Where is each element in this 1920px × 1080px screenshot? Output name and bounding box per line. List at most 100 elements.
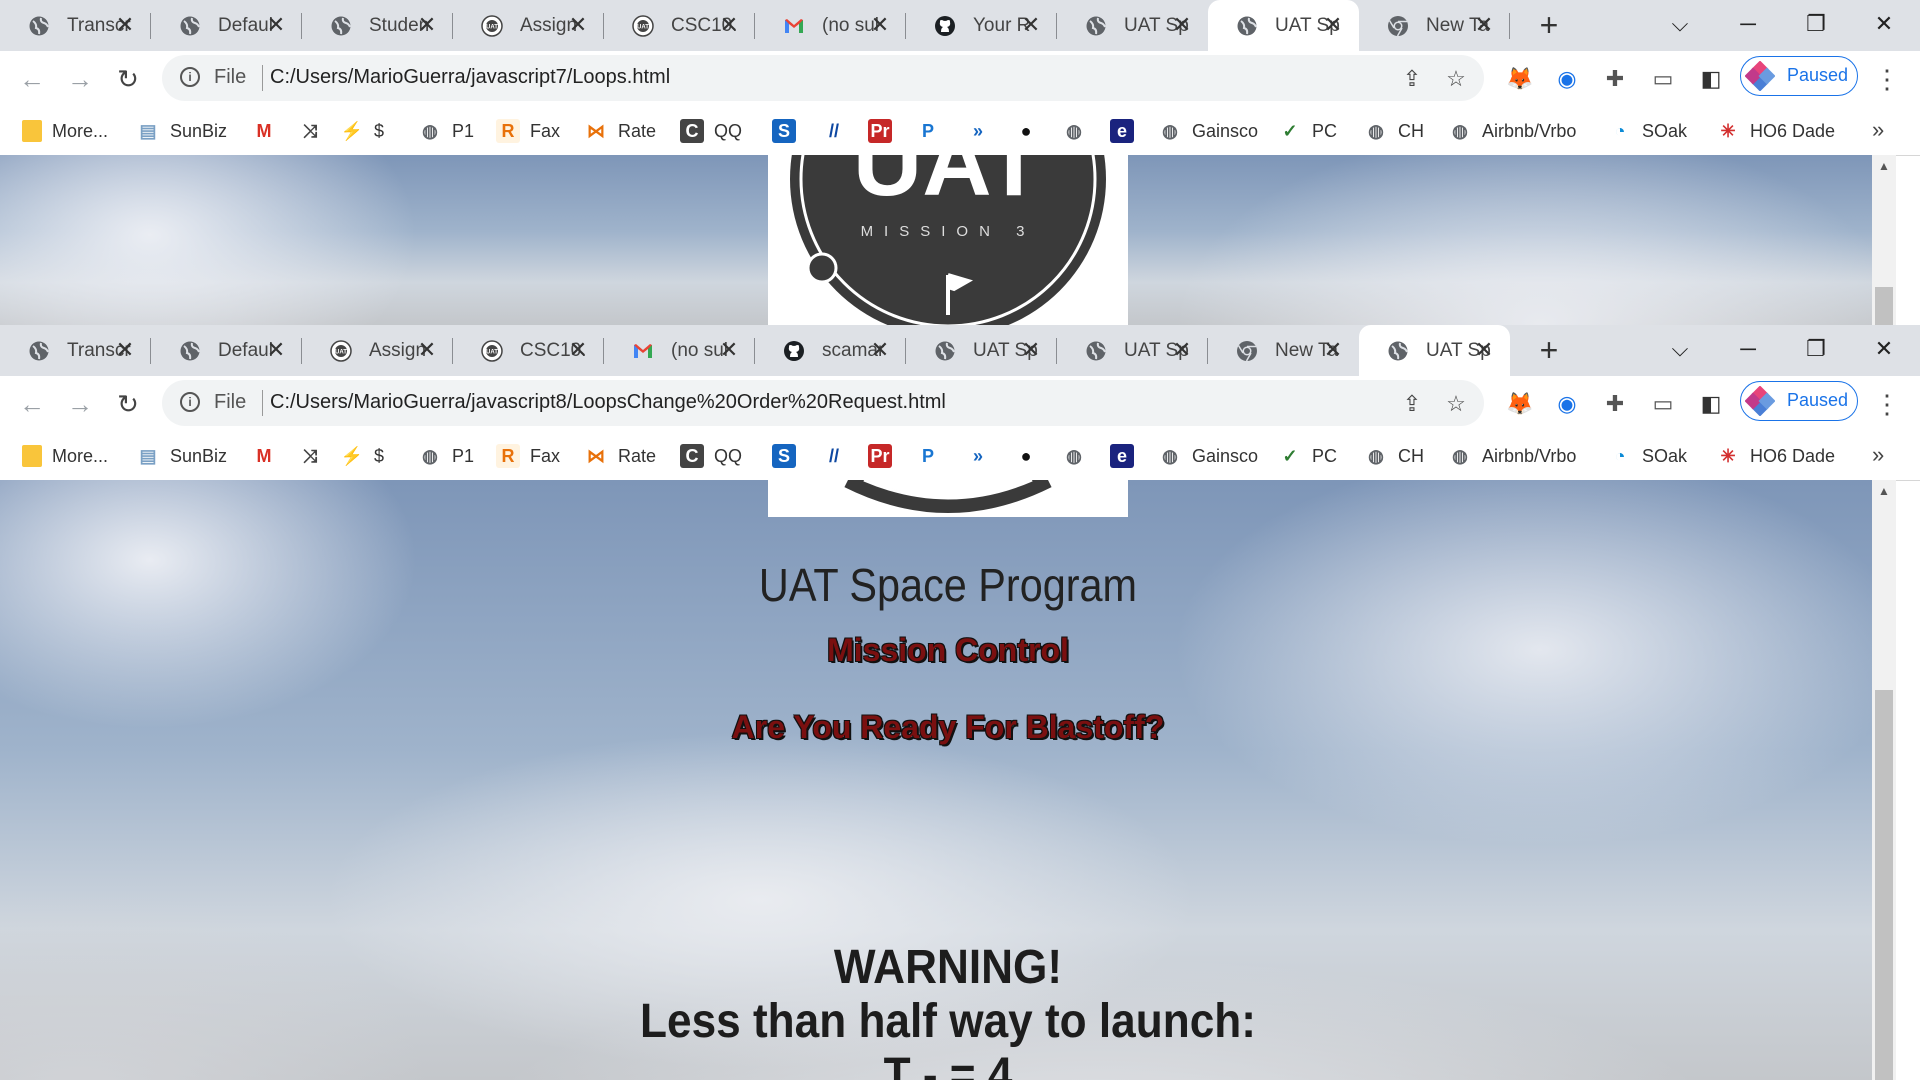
close-tab-icon[interactable]: ✕ xyxy=(868,13,892,37)
bookmark-qq[interactable]: C QQ xyxy=(680,107,742,155)
profile-button[interactable]: Paused xyxy=(1740,381,1858,421)
bookmark-item-15[interactable]: ● xyxy=(1014,432,1038,480)
tab-10[interactable]: New Ta ✕ xyxy=(1359,0,1510,51)
bookmark-soak[interactable]: ◔ SOak xyxy=(1608,107,1687,155)
bookmark-item-10[interactable]: S xyxy=(772,107,796,155)
tab-3[interactable]: Studen ✕ xyxy=(302,0,453,51)
address-bar[interactable]: i File C:/Users/MarioGuerra/javascript8/… xyxy=(162,380,1484,426)
bookmark-star-icon[interactable]: ☆ xyxy=(1444,67,1468,91)
bookmark-item-16[interactable]: ◍ xyxy=(1062,107,1086,155)
close-window-button[interactable]: ✕ xyxy=(1864,8,1904,40)
bookmark-ch[interactable]: ◍ CH xyxy=(1364,107,1424,155)
bookmark-item-5[interactable]: ⚡ $ xyxy=(340,432,384,480)
close-tab-icon[interactable]: ✕ xyxy=(868,338,892,362)
scrollbar[interactable]: ▲ xyxy=(1872,155,1896,325)
tab-5[interactable]: UAT CSC10. ✕ xyxy=(604,0,755,51)
bookmark-p1[interactable]: ◍ P1 xyxy=(418,107,474,155)
tab-4[interactable]: UAT Assign ✕ xyxy=(453,0,604,51)
close-tab-icon[interactable]: ✕ xyxy=(264,13,288,37)
extensions-puzzle-icon[interactable]: ✚ xyxy=(1600,389,1630,419)
bookmark-item-5[interactable]: ⚡ $ xyxy=(340,107,384,155)
metamask-fox-icon[interactable]: 🦊 xyxy=(1505,64,1535,94)
bookmark-soak[interactable]: ◔ SOak xyxy=(1608,432,1687,480)
back-button[interactable]: ← xyxy=(16,63,48,95)
scroll-up-arrow-icon[interactable]: ▲ xyxy=(1878,159,1890,173)
bookmark-more[interactable]: More... xyxy=(22,107,108,155)
extension-circle-icon[interactable]: ◉ xyxy=(1552,64,1582,94)
tab-6[interactable]: (no sul ✕ xyxy=(755,0,906,51)
close-tab-icon[interactable]: ✕ xyxy=(113,13,137,37)
bookmark-item-17[interactable]: e xyxy=(1110,107,1134,155)
bookmark-item-4[interactable]: ⤨ xyxy=(298,432,322,480)
bookmark-airbnb-vrbo[interactable]: ◍ Airbnb/Vrbo xyxy=(1448,432,1576,480)
bookmark-item-13[interactable]: P xyxy=(916,107,940,155)
bookmark-item-12[interactable]: Pr xyxy=(868,432,892,480)
bookmark-pc[interactable]: ✓ PC xyxy=(1278,432,1337,480)
cast-icon[interactable]: ▭ xyxy=(1648,64,1678,94)
tab-4[interactable]: UAT CSC10. ✕ xyxy=(453,325,604,376)
tab-1[interactable]: Transcr ✕ xyxy=(0,0,151,51)
site-info-icon[interactable]: i xyxy=(180,67,200,87)
tab-9[interactable]: UAT Sp ✕ xyxy=(1208,0,1359,51)
scroll-thumb[interactable] xyxy=(1875,690,1893,1080)
tab-2[interactable]: Defaul ✕ xyxy=(151,0,302,51)
close-tab-icon[interactable]: ✕ xyxy=(1472,13,1496,37)
bookmark-sunbiz[interactable]: ▤ SunBiz xyxy=(136,107,227,155)
more-bookmarks-icon[interactable]: » xyxy=(1872,442,1884,468)
tab-2[interactable]: Defaul ✕ xyxy=(151,325,302,376)
bookmark-item-15[interactable]: ● xyxy=(1014,107,1038,155)
bookmark-item-14[interactable]: » xyxy=(966,432,990,480)
url-text[interactable]: C:/Users/MarioGuerra/javascript7/Loops.h… xyxy=(270,66,670,89)
tab-1[interactable]: Transcr ✕ xyxy=(0,325,151,376)
tab-6[interactable]: scamar ✕ xyxy=(755,325,906,376)
bookmark-fax[interactable]: R Fax xyxy=(496,432,560,480)
bookmark-item-12[interactable]: Pr xyxy=(868,107,892,155)
minimize-button[interactable]: ─ xyxy=(1728,333,1768,365)
restore-button[interactable]: ❐ xyxy=(1796,333,1836,365)
bookmark-rate[interactable]: ⋈ Rate xyxy=(584,107,656,155)
forward-button[interactable]: → xyxy=(64,388,96,420)
close-tab-icon[interactable]: ✕ xyxy=(113,338,137,362)
url-text[interactable]: C:/Users/MarioGuerra/javascript8/LoopsCh… xyxy=(270,391,946,414)
back-button[interactable]: ← xyxy=(16,388,48,420)
bookmark-ch[interactable]: ◍ CH xyxy=(1364,432,1424,480)
bookmark-ho6-dade[interactable]: ✳ HO6 Dade xyxy=(1716,432,1835,480)
tab-8[interactable]: UAT Sp ✕ xyxy=(1057,325,1208,376)
new-tab-button[interactable]: + xyxy=(1532,9,1566,43)
close-tab-icon[interactable]: ✕ xyxy=(1170,13,1194,37)
profile-button[interactable]: Paused xyxy=(1740,56,1858,96)
bookmark-item-4[interactable]: ⤨ xyxy=(298,107,322,155)
bookmark-pc[interactable]: ✓ PC xyxy=(1278,107,1337,155)
bookmark-item-11[interactable]: // xyxy=(822,432,846,480)
address-bar[interactable]: i File C:/Users/MarioGuerra/javascript7/… xyxy=(162,55,1484,101)
tab-8[interactable]: UAT Sp ✕ xyxy=(1057,0,1208,51)
bookmark-item-3[interactable]: M xyxy=(252,107,276,155)
chrome-menu-icon[interactable]: ⋮ xyxy=(1874,388,1900,420)
bookmark-item-11[interactable]: // xyxy=(822,107,846,155)
tab-search-chevron-icon[interactable]: ⌵ xyxy=(1660,333,1700,365)
forward-button[interactable]: → xyxy=(64,63,96,95)
side-panel-icon[interactable]: ◧ xyxy=(1696,389,1726,419)
tab-7[interactable]: UAT Sp ✕ xyxy=(906,325,1057,376)
close-tab-icon[interactable]: ✕ xyxy=(264,338,288,362)
cast-icon[interactable]: ▭ xyxy=(1648,389,1678,419)
reload-button[interactable]: ↻ xyxy=(112,388,144,420)
reload-button[interactable]: ↻ xyxy=(112,63,144,95)
scrollbar[interactable]: ▲ xyxy=(1872,480,1896,1080)
bookmark-item-10[interactable]: S xyxy=(772,432,796,480)
tab-3[interactable]: UAT Assign ✕ xyxy=(302,325,453,376)
close-tab-icon[interactable]: ✕ xyxy=(566,13,590,37)
share-icon[interactable]: ⇪ xyxy=(1400,67,1424,91)
close-tab-icon[interactable]: ✕ xyxy=(1170,338,1194,362)
metamask-fox-icon[interactable]: 🦊 xyxy=(1505,389,1535,419)
tab-search-chevron-icon[interactable]: ⌵ xyxy=(1660,8,1700,40)
close-tab-icon[interactable]: ✕ xyxy=(566,338,590,362)
bookmark-item-16[interactable]: ◍ xyxy=(1062,432,1086,480)
bookmark-item-14[interactable]: » xyxy=(966,107,990,155)
bookmark-p1[interactable]: ◍ P1 xyxy=(418,432,474,480)
bookmark-item-17[interactable]: e xyxy=(1110,432,1134,480)
close-tab-icon[interactable]: ✕ xyxy=(415,338,439,362)
minimize-button[interactable]: ─ xyxy=(1728,8,1768,40)
bookmark-more[interactable]: More... xyxy=(22,432,108,480)
bookmark-gainsco[interactable]: ◍ Gainsco xyxy=(1158,107,1258,155)
